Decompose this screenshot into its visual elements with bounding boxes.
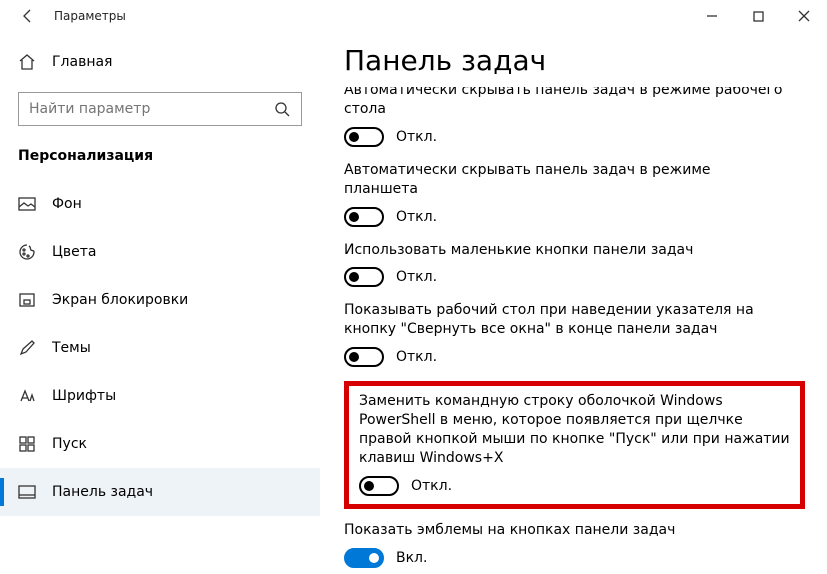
window-controls [689, 0, 827, 32]
sidebar: Главная Персонализация Фон Цвета Экран б [0, 32, 320, 574]
search-input[interactable] [29, 101, 273, 117]
search-box[interactable] [18, 92, 302, 126]
toggle-switch[interactable] [344, 548, 384, 568]
nav-label: Панель задач [52, 484, 153, 500]
toggle-state: Вкл. [396, 550, 427, 566]
content: Панель задач Автоматически скрывать пане… [320, 32, 827, 574]
palette-icon [18, 243, 36, 261]
window-title: Параметры [54, 9, 126, 23]
home-button[interactable]: Главная [0, 42, 320, 82]
setting-peek-desktop: Показывать рабочий стол при наведении ук… [344, 301, 827, 367]
category-label: Персонализация [0, 140, 320, 180]
toggle-state: Откл. [396, 349, 437, 365]
sidebar-item-background[interactable]: Фон [0, 180, 320, 228]
toggle-switch[interactable] [359, 476, 399, 496]
toggle-switch[interactable] [344, 267, 384, 287]
setting-small-buttons: Использовать маленькие кнопки панели зад… [344, 241, 827, 288]
sidebar-item-fonts[interactable]: Шрифты [0, 372, 320, 420]
toggle-switch[interactable] [344, 207, 384, 227]
sidebar-item-lockscreen[interactable]: Экран блокировки [0, 276, 320, 324]
close-button[interactable] [781, 0, 827, 32]
back-button[interactable] [16, 4, 40, 28]
page-title: Панель задач [344, 44, 827, 77]
titlebar: Параметры [0, 0, 827, 32]
toggle-switch[interactable] [344, 347, 384, 367]
setting-autohide-tablet: Автоматически скрывать панель задач в ре… [344, 161, 827, 227]
sidebar-item-start[interactable]: Пуск [0, 420, 320, 468]
highlighted-setting: Заменить командную строку оболочкой Wind… [344, 381, 805, 509]
nav-list: Фон Цвета Экран блокировки Темы Шрифты [0, 180, 320, 516]
setting-badges: Показать эмблемы на кнопках панели задач… [344, 521, 827, 568]
toggle-switch[interactable] [344, 127, 384, 147]
maximize-button[interactable] [735, 0, 781, 32]
setting-label: Заменить командную строку оболочкой Wind… [359, 392, 790, 468]
home-icon [18, 53, 36, 71]
font-icon [18, 387, 36, 405]
nav-label: Пуск [52, 436, 87, 452]
minimize-button[interactable] [689, 0, 735, 32]
picture-icon [18, 195, 36, 213]
toggle-state: Откл. [396, 269, 437, 285]
nav-label: Цвета [52, 244, 96, 260]
nav-label: Экран блокировки [52, 292, 188, 308]
start-icon [18, 435, 36, 453]
nav-label: Шрифты [52, 388, 116, 404]
home-label: Главная [52, 54, 112, 70]
nav-label: Фон [52, 196, 82, 212]
toggle-state: Откл. [411, 478, 452, 494]
toggle-state: Откл. [396, 209, 437, 225]
toggle-state: Откл. [396, 129, 437, 145]
sidebar-item-taskbar[interactable]: Панель задач [0, 468, 320, 516]
brush-icon [18, 339, 36, 357]
setting-label: Показать эмблемы на кнопках панели задач [344, 521, 787, 540]
setting-label: Показывать рабочий стол при наведении ук… [344, 301, 787, 339]
setting-autohide-desktop: Автоматически скрывать панель задач в ре… [344, 87, 827, 147]
setting-label: Автоматически скрывать панель задач в ре… [344, 87, 787, 119]
setting-label: Автоматически скрывать панель задач в ре… [344, 161, 787, 199]
search-icon [273, 100, 291, 118]
taskbar-icon [18, 483, 36, 501]
lockscreen-icon [18, 291, 36, 309]
sidebar-item-themes[interactable]: Темы [0, 324, 320, 372]
nav-label: Темы [52, 340, 91, 356]
sidebar-item-colors[interactable]: Цвета [0, 228, 320, 276]
setting-label: Использовать маленькие кнопки панели зад… [344, 241, 787, 260]
